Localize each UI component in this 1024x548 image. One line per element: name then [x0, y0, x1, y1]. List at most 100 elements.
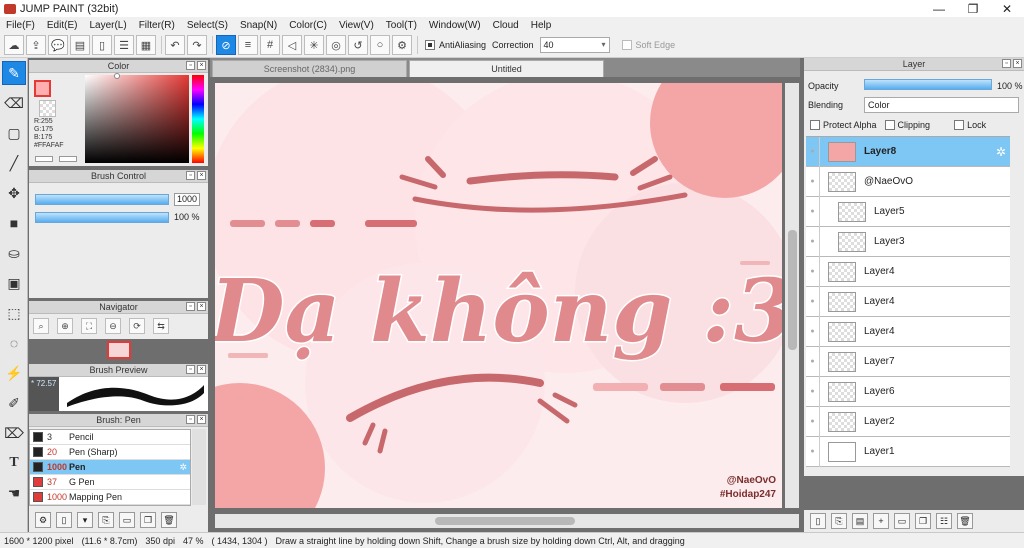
brush-size-slider[interactable] [35, 194, 169, 205]
brush-menu-icon[interactable]: ▾ [77, 512, 93, 528]
brush-opacity-slider[interactable] [35, 212, 169, 223]
gradient-tool-icon[interactable]: ▣ [2, 271, 26, 295]
delete-layer-icon[interactable]: 🗑 [957, 513, 973, 529]
navigator-preview[interactable] [29, 339, 208, 361]
gear-icon[interactable]: ✲ [179, 462, 187, 473]
brush-item-g-pen[interactable]: 37 G Pen [30, 475, 190, 490]
layer-row-layer1[interactable]: ● Layer1 [806, 436, 1010, 467]
float-icon[interactable]: ▫ [186, 61, 195, 70]
undo-icon[interactable]: ↶ [165, 35, 185, 55]
navigator-viewport[interactable] [107, 341, 131, 359]
layer-opacity-slider[interactable] [864, 79, 992, 90]
fit-window-icon[interactable]: ⛶ [81, 318, 97, 334]
blending-select[interactable]: Color [864, 97, 1019, 113]
layer-row-layer3[interactable]: ● Layer3 [806, 226, 1010, 257]
lock-checkbox[interactable] [954, 120, 965, 130]
move-tool-icon[interactable]: ✥ [2, 181, 26, 205]
close-icon[interactable]: × [197, 171, 206, 180]
menu-filter[interactable]: Filter(R) [133, 20, 181, 31]
close-button[interactable]: ✕ [990, 2, 1024, 16]
menu-snap[interactable]: Snap(N) [234, 20, 283, 31]
layer-row-naeovo[interactable]: ● @NaeOvO [806, 166, 1010, 197]
select-pen-tool-icon[interactable]: ✐ [2, 391, 26, 415]
grid-snap-icon[interactable]: # [260, 35, 280, 55]
close-icon[interactable]: × [197, 415, 206, 424]
eraser-tool-icon[interactable]: ⌫ [2, 91, 26, 115]
curve-icon[interactable]: ↺ [348, 35, 368, 55]
brush-settings-icon[interactable]: ⚙ [35, 512, 51, 528]
layer-row-layer4[interactable]: ● Layer4 [806, 316, 1010, 347]
visibility-icon[interactable]: ● [806, 256, 820, 287]
share-icon[interactable]: ⇪ [26, 35, 46, 55]
grid-list-icon[interactable]: ▦ [136, 35, 156, 55]
radial-icon[interactable]: ✳ [304, 35, 324, 55]
close-icon[interactable]: × [197, 302, 206, 311]
saturation-value-picker[interactable] [85, 75, 189, 163]
color-mini-button[interactable] [35, 156, 53, 162]
vertical-scroll-thumb[interactable] [788, 230, 797, 350]
menu-window[interactable]: Window(W) [423, 20, 487, 31]
color-mini-button[interactable] [59, 156, 77, 162]
layer-row-layer8[interactable]: ● Layer8 ✲ [806, 136, 1010, 167]
soft-edge-checkbox[interactable] [621, 40, 632, 50]
layer-row-layer5[interactable]: ● Layer5 [806, 196, 1010, 227]
horizontal-scroll-thumb[interactable] [435, 517, 575, 525]
layer-row-layer2[interactable]: ● Layer2 [806, 406, 1010, 437]
settings-icon[interactable]: ⚙ [392, 35, 412, 55]
layer-row-layer4[interactable]: ● Layer4 [806, 286, 1010, 317]
magic-wand-tool-icon[interactable]: ⚡ [2, 361, 26, 385]
fill-shape-tool-icon[interactable]: ■ [2, 211, 26, 235]
correction-select[interactable]: 40 [539, 37, 610, 53]
message-icon[interactable]: ▤ [70, 35, 90, 55]
visibility-icon[interactable]: ● [806, 136, 820, 167]
close-icon[interactable]: × [197, 365, 206, 374]
copy-brush-icon[interactable]: ⎘ [98, 512, 114, 528]
marquee-tool-icon[interactable]: ⬚ [2, 301, 26, 325]
folder-icon[interactable]: ▭ [119, 512, 135, 528]
visibility-icon[interactable]: ● [806, 166, 820, 197]
new-layer-copy-icon[interactable]: ⎘ [831, 513, 847, 529]
zoom-in-icon[interactable]: ⊕ [57, 318, 73, 334]
gear-icon[interactable]: ✲ [996, 145, 1006, 159]
picker-cursor[interactable] [114, 73, 120, 79]
menu-color[interactable]: Color(C) [283, 20, 333, 31]
duplicate-layer-icon[interactable]: ❐ [915, 513, 931, 529]
hue-slider[interactable] [192, 75, 204, 163]
brush-item-mapping-pen[interactable]: 1000 Mapping Pen [30, 490, 190, 505]
snap-off-icon[interactable]: ⊘ [216, 35, 236, 55]
comment-icon[interactable]: 💬 [48, 35, 68, 55]
float-icon[interactable]: ▫ [186, 365, 195, 374]
new-brush-icon[interactable]: ▯ [56, 512, 72, 528]
perspective-icon[interactable]: ◁ [282, 35, 302, 55]
parallel-lines-icon[interactable]: ≡ [238, 35, 258, 55]
layer-folder-icon[interactable]: ▭ [894, 513, 910, 529]
concentric-icon[interactable]: ◎ [326, 35, 346, 55]
protect-alpha-checkbox[interactable] [810, 120, 820, 130]
drawing-canvas[interactable]: Dạ không :3 @NaeOvO #Hoidap247 [215, 83, 782, 508]
select-eraser-tool-icon[interactable]: ⌦ [2, 421, 26, 445]
layer-row-layer4[interactable]: ● Layer4 [806, 256, 1010, 287]
layer-text-icon[interactable]: ▤ [852, 513, 868, 529]
visibility-icon[interactable]: ● [806, 226, 820, 257]
bucket-tool-icon[interactable]: ⛀ [2, 241, 26, 265]
brush-list-scrollbar[interactable] [192, 429, 206, 505]
visibility-icon[interactable]: ● [806, 406, 820, 437]
visibility-icon[interactable]: ● [806, 346, 820, 377]
menu-select[interactable]: Select(S) [181, 20, 234, 31]
visibility-icon[interactable]: ● [806, 286, 820, 317]
menu-edit[interactable]: Edit(E) [41, 20, 84, 31]
duplicate-icon[interactable]: ❐ [140, 512, 156, 528]
zoom-fit-icon[interactable]: ⌕ [33, 318, 49, 334]
pen-tool-icon[interactable]: ✎ [2, 61, 26, 85]
rotate-icon[interactable]: ⟳ [129, 318, 145, 334]
float-icon[interactable]: ▫ [186, 302, 195, 311]
line-tool-icon[interactable]: ╱ [2, 151, 26, 175]
brush-size-value[interactable]: 1000 [174, 193, 200, 206]
merge-layer-icon[interactable]: ☷ [936, 513, 952, 529]
document-icon[interactable]: ▯ [92, 35, 112, 55]
antialiasing-checkbox[interactable] [425, 40, 435, 50]
visibility-icon[interactable]: ● [806, 196, 820, 227]
visibility-icon[interactable]: ● [806, 376, 820, 407]
zoom-out-icon[interactable]: ⊖ [105, 318, 121, 334]
brush-item-pencil[interactable]: 3 Pencil [30, 430, 190, 445]
